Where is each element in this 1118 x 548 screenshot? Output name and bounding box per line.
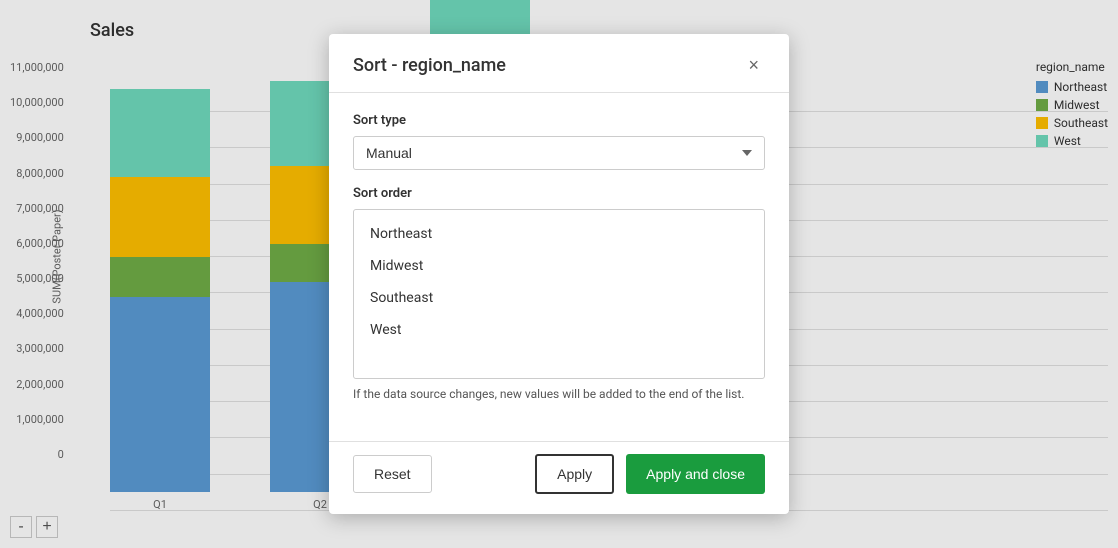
sort-order-info: If the data source changes, new values w… (353, 379, 765, 405)
modal-body: Sort type Manual Alphabetic Field Sort o… (329, 93, 789, 441)
modal-footer: Reset Apply Apply and close (329, 441, 789, 514)
reset-button[interactable]: Reset (353, 455, 432, 493)
sort-type-group: Sort type Manual Alphabetic Field (353, 113, 765, 170)
modal-title: Sort - region_name (353, 55, 506, 76)
apply-close-button[interactable]: Apply and close (626, 454, 765, 494)
sort-order-group: Sort order Northeast Midwest Southeast W… (353, 186, 765, 405)
sort-item-midwest[interactable]: Midwest (354, 250, 764, 282)
apply-button[interactable]: Apply (535, 454, 614, 494)
sort-item-west[interactable]: West (354, 314, 764, 346)
modal-overlay: Sort - region_name × Sort type Manual Al… (0, 0, 1118, 548)
sort-item-southeast[interactable]: Southeast (354, 282, 764, 314)
sort-item-northeast[interactable]: Northeast (354, 218, 764, 250)
sort-order-list: Northeast Midwest Southeast West (353, 209, 765, 379)
footer-right-buttons: Apply Apply and close (535, 454, 765, 494)
modal-header: Sort - region_name × (329, 34, 789, 93)
modal-close-button[interactable]: × (742, 54, 765, 76)
sort-type-select[interactable]: Manual Alphabetic Field (353, 136, 765, 170)
sort-type-label: Sort type (353, 113, 765, 128)
sort-modal: Sort - region_name × Sort type Manual Al… (329, 34, 789, 514)
sort-order-label: Sort order (353, 186, 765, 201)
